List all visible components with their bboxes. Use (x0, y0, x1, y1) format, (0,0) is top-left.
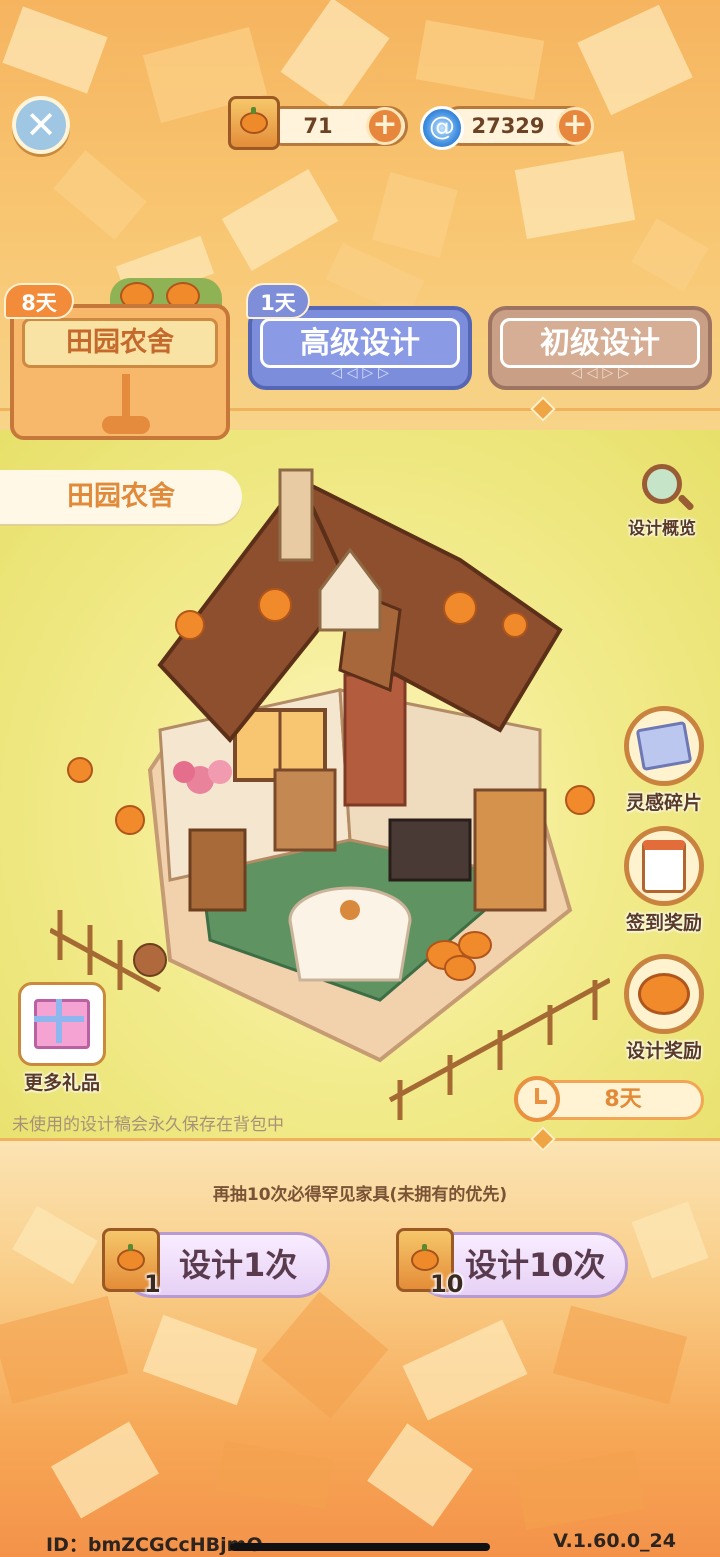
design-reward-button[interactable]: 设计奖励 (622, 954, 706, 1063)
map-fragment-icon (635, 720, 693, 772)
version-label: V.1.60.0_24 (553, 1530, 676, 1552)
design-reward-label: 设计奖励 (625, 1040, 702, 1062)
divider-bottom (0, 1138, 720, 1141)
calendar-icon (642, 839, 686, 893)
arrow-decoration: ◁ ◁ ▷ ▷ (331, 365, 389, 381)
swirl-gem-icon: @ (420, 106, 464, 150)
design-once-cost: 1 (144, 1270, 161, 1298)
farmhouse-days-badge: 8天 (4, 283, 74, 319)
chimney (278, 468, 314, 562)
event-timer-value: 8天 (604, 1087, 642, 1112)
bread-shelf (273, 768, 337, 852)
tab-farmhouse-label: 田园农舍 (22, 318, 218, 368)
pumpkin-icon (638, 973, 690, 1015)
magnifier-icon (642, 464, 682, 504)
design-ten-label: 设计10次 (465, 1246, 606, 1284)
add-scroll-button[interactable]: + (366, 107, 404, 145)
tab-advanced-label: 高级设计 (260, 318, 460, 368)
design-overview-button[interactable]: 设计概览 (612, 464, 712, 539)
home-indicator[interactable] (230, 1543, 490, 1551)
more-gifts-label: 更多礼品 (23, 1072, 100, 1094)
checkin-reward-button[interactable]: 签到奖励 (622, 826, 706, 935)
close-icon: ✕ (25, 103, 57, 147)
brick-wall (343, 673, 407, 807)
farmhouse-illustration (50, 468, 610, 1120)
gift-box-icon (34, 999, 90, 1049)
storage-note: 未使用的设计稿会永久保存在背包中 (12, 1115, 284, 1135)
tab-basic-label: 初级设计 (500, 318, 700, 368)
design-overview-label: 设计概览 (628, 519, 696, 539)
more-gifts-button[interactable]: 更多礼品 (14, 982, 110, 1095)
design-scroll-icon (228, 96, 280, 150)
inspiration-fragments-button[interactable]: 灵感碎片 (622, 706, 706, 815)
tab-farmhouse[interactable]: 田园农舍 (10, 304, 230, 440)
advanced-days-badge: 1天 (246, 283, 310, 319)
cupboard (473, 788, 547, 912)
display-fridge (188, 828, 247, 912)
stove (388, 818, 472, 882)
checkin-reward-label: 签到奖励 (625, 912, 702, 934)
arrow-decoration: ◁ ◁ ▷ ▷ (571, 365, 629, 381)
design-once-label: 设计1次 (179, 1246, 298, 1284)
pity-note: 再抽10次必得罕见家具(未拥有的优先) (212, 1185, 508, 1205)
add-gem-button[interactable]: + (556, 107, 594, 145)
gem-count: 27329 (471, 114, 545, 138)
scroll-count: 71 (303, 114, 333, 138)
close-button[interactable]: ✕ (12, 96, 70, 154)
tab-basic-design[interactable]: 初级设计 ◁ ◁ ▷ ▷ (488, 306, 712, 390)
inspiration-fragments-label: 灵感碎片 (625, 792, 702, 814)
clock-icon (514, 1076, 560, 1122)
design-ten-cost: 10 (430, 1270, 464, 1298)
